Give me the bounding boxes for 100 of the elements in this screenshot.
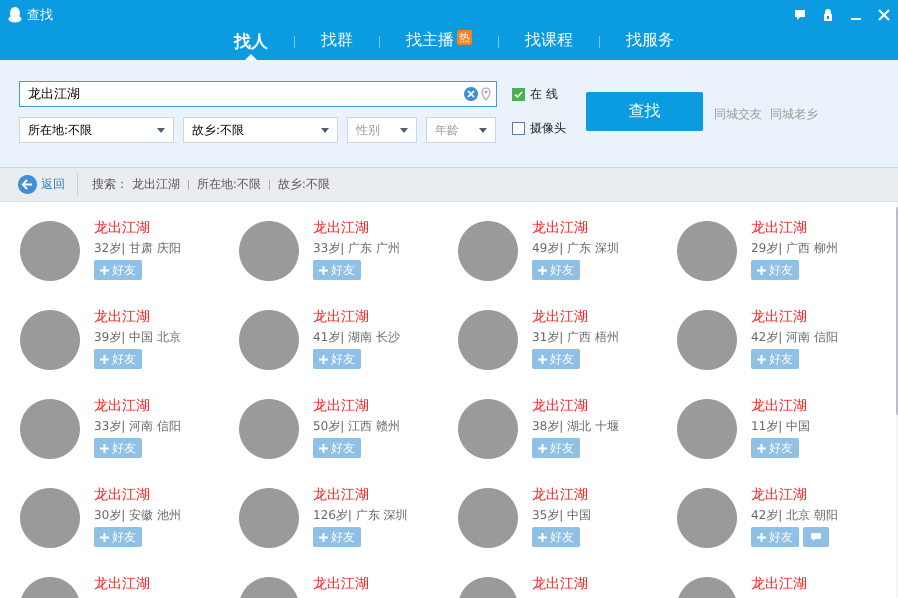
- dropdown[interactable]: 所在地:不限: [19, 117, 174, 143]
- user-name[interactable]: 龙出江湖: [751, 486, 807, 504]
- dropdown[interactable]: 年龄: [426, 117, 496, 143]
- user-info: 49岁| 广东 深圳: [532, 240, 619, 256]
- hot-badge: 热: [457, 30, 472, 45]
- plus-icon: [757, 444, 766, 452]
- add-friend-button[interactable]: 好友: [532, 438, 580, 458]
- checkbox[interactable]: 摄像头: [512, 120, 572, 137]
- user-info: 31岁| 广西 梧州: [532, 329, 619, 345]
- user-name[interactable]: 龙出江湖: [313, 486, 369, 504]
- lock-icon[interactable]: [822, 9, 834, 21]
- user-name[interactable]: 龙出江湖: [532, 397, 588, 415]
- add-friend-button[interactable]: 好友: [751, 260, 799, 280]
- caret-icon: [321, 128, 329, 132]
- user-info: 38岁| 湖北 十堰: [532, 418, 619, 434]
- user-name[interactable]: 龙出江湖: [313, 219, 369, 237]
- user-name[interactable]: 龙出江湖: [313, 397, 369, 415]
- add-friend-button[interactable]: 好友: [94, 349, 142, 369]
- add-friend-button[interactable]: 好友: [751, 527, 799, 547]
- user-name[interactable]: 龙出江湖: [313, 308, 369, 326]
- plus-icon: [319, 532, 328, 542]
- plus-icon: [757, 266, 766, 274]
- user-name[interactable]: 龙出江湖: [94, 575, 150, 593]
- add-friend-button[interactable]: 好友: [94, 260, 142, 280]
- search-field[interactable]: 龙出江湖: [19, 81, 497, 107]
- add-friend-button[interactable]: 好友: [313, 260, 361, 280]
- add-friend-button[interactable]: 好友: [94, 527, 142, 547]
- plus-icon: [538, 354, 547, 364]
- add-friend-button[interactable]: 好友: [532, 527, 580, 547]
- user-info: 30岁| 安徽 池州: [94, 507, 181, 523]
- plus-icon: [757, 532, 766, 542]
- user-name[interactable]: 龙出江湖: [94, 397, 150, 415]
- add-friend-button[interactable]: 好友: [532, 349, 580, 369]
- user-info: 32岁| 甘肃 庆阳: [94, 240, 181, 256]
- user-name[interactable]: 龙出江湖: [94, 219, 150, 237]
- add-friend-button[interactable]: 好友: [751, 438, 799, 458]
- dropdown[interactable]: 故乡:不限: [183, 117, 338, 143]
- user-name[interactable]: 龙出江湖: [751, 219, 807, 237]
- plus-icon: [100, 266, 109, 274]
- clear-icon[interactable]: [464, 87, 478, 101]
- user-info: 41岁| 湖南 长沙: [313, 329, 400, 345]
- plus-icon: [100, 354, 109, 364]
- window-title: 查找: [27, 7, 53, 24]
- back-link[interactable]: 返回: [18, 172, 78, 196]
- search-criterion: 故乡:不限: [278, 176, 330, 193]
- user-info: 33岁| 广东 广州: [313, 240, 400, 256]
- add-friend-button[interactable]: 好友: [313, 349, 361, 369]
- checkbox[interactable]: 在 线: [512, 86, 572, 103]
- caret-icon: [479, 128, 487, 132]
- location-pin-icon[interactable]: [481, 87, 491, 101]
- user-info: 33岁| 河南 信阳: [94, 418, 181, 434]
- check-icon: [513, 89, 524, 100]
- user-info: 42岁| 北京 朝阳: [751, 507, 838, 523]
- speech-bubble-icon: [810, 532, 822, 542]
- link[interactable]: 同城老乡: [770, 106, 818, 122]
- user-name[interactable]: 龙出江湖: [532, 308, 588, 326]
- add-friend-button[interactable]: 好友: [313, 438, 361, 458]
- user-name[interactable]: 龙出江湖: [94, 308, 150, 326]
- add-friend-button[interactable]: 好友: [94, 438, 142, 458]
- user-info: 39岁| 中国 北京: [94, 329, 181, 345]
- tab[interactable]: 找服务: [600, 30, 700, 56]
- user-info: 11岁| 中国: [751, 418, 810, 434]
- tab[interactable]: 找群: [295, 30, 379, 56]
- search-criterion: 所在地:不限: [196, 176, 261, 193]
- close-icon[interactable]: [878, 9, 890, 21]
- plus-icon: [757, 354, 766, 364]
- feedback-icon[interactable]: [794, 9, 806, 21]
- plus-icon: [100, 532, 109, 542]
- dropdown[interactable]: 性别: [347, 117, 417, 143]
- caret-icon: [400, 128, 408, 132]
- plus-icon: [319, 444, 328, 452]
- caret-icon: [157, 128, 165, 132]
- plus-icon: [100, 444, 109, 452]
- tab[interactable]: 找主播 热: [380, 30, 498, 56]
- user-name[interactable]: 龙出江湖: [313, 575, 369, 593]
- user-name[interactable]: 龙出江湖: [94, 486, 150, 504]
- user-name[interactable]: 龙出江湖: [532, 575, 588, 593]
- user-info: 42岁| 河南 信阳: [751, 329, 838, 345]
- tab[interactable]: 找课程: [499, 30, 599, 56]
- user-name[interactable]: 龙出江湖: [751, 397, 807, 415]
- link[interactable]: 同城交友: [714, 106, 762, 122]
- user-name[interactable]: 龙出江湖: [532, 219, 588, 237]
- plus-icon: [319, 354, 328, 364]
- user-info: 126岁| 广东 深圳: [313, 507, 408, 523]
- user-name[interactable]: 龙出江湖: [751, 308, 807, 326]
- plus-icon: [319, 266, 328, 274]
- user-name[interactable]: 龙出江湖: [751, 575, 807, 593]
- search-criterion: 搜索： 龙出江湖: [92, 176, 180, 193]
- plus-icon: [538, 266, 547, 274]
- user-info: 29岁| 广西 柳州: [751, 240, 838, 256]
- add-friend-button[interactable]: 好友: [313, 527, 361, 547]
- add-friend-button[interactable]: 好友: [532, 260, 580, 280]
- plus-icon: [538, 532, 547, 542]
- user-name[interactable]: 龙出江湖: [532, 486, 588, 504]
- plus-icon: [538, 444, 547, 452]
- chat-button[interactable]: [803, 527, 829, 547]
- user-info: 35岁| 中国: [532, 507, 592, 523]
- search-button[interactable]: 查找: [586, 92, 703, 131]
- user-info: 50岁| 江西 赣州: [313, 418, 400, 434]
- add-friend-button[interactable]: 好友: [751, 349, 799, 369]
